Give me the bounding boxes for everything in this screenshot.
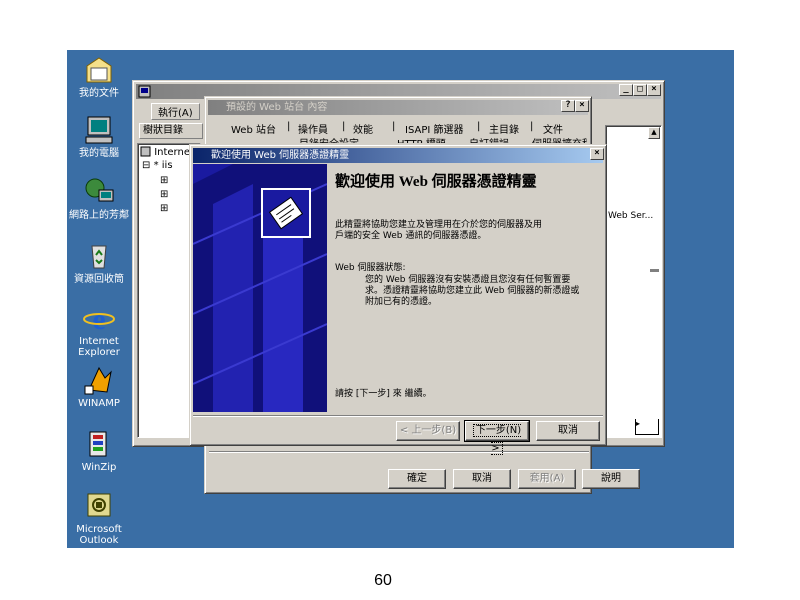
desktop-icon-recycle-bin[interactable]: 資源回收筒 [67,240,131,285]
tab-operators[interactable]: 操作員 [298,121,328,136]
help-button[interactable]: ? [561,100,575,112]
dialog-separator [209,451,589,453]
scrollbar-divider [650,269,659,272]
tab-custom-errors[interactable]: 自訂錯誤 [469,135,509,143]
wizard-banner-graphic [193,164,327,412]
winamp-icon [83,364,115,396]
tab-isapi-filters[interactable]: ISAPI 篩選器 [405,121,463,136]
tab-home-directory[interactable]: 主目錄 [489,121,519,136]
minimize-button[interactable]: _ [619,84,633,96]
folder-documents-icon [83,54,115,86]
cancel-button[interactable]: 取消 [453,469,511,489]
continue-instruction: 請按 [下一步] 來 繼續。 [335,389,432,399]
scroll-up-icon[interactable]: ▲ [648,127,660,139]
properties-title: 預設的 Web 站台 內容 [226,102,328,113]
tree-child-1[interactable]: ⊞ [160,174,168,188]
properties-titlebar: 預設的 Web 站台 內容 [208,100,588,115]
maximize-button[interactable]: □ [633,84,647,96]
desktop-icon-my-documents[interactable]: 我的文件 [67,54,131,99]
wizard-title: 歡迎使用 Web 伺服器憑證精靈 [211,150,350,161]
tab-performance[interactable]: 效能 [353,121,373,136]
help-dialog-button[interactable]: 說明 [582,469,640,489]
back-button[interactable]: < 上一步(B) [396,421,460,441]
tree-root[interactable]: Internet [154,147,194,158]
tree-header: 樹狀目錄 [139,123,203,139]
wizard-heading: 歡迎使用 Web 伺服器憑證精靈 [335,174,537,190]
tab-documents[interactable]: 文件 [543,121,563,136]
wizard-close-button[interactable]: × [590,148,604,160]
wizard-banner [193,164,327,412]
tree-child-3[interactable]: ⊞ [160,202,168,216]
tabs-row-2: 目錄安全設定 HTTP 標頭 自訂錯誤 伺服器擴充程式 [207,135,587,143]
tree-node-server[interactable]: * iis [154,160,173,171]
recycle-bin-icon [83,240,115,272]
winzip-icon [83,428,115,460]
right-pane: Web Ser... ▲ ▸ [605,125,662,438]
page-number: 60 [374,572,392,589]
resize-handle-icon[interactable]: ▸ [635,419,659,435]
wizard-intro: 此精靈將協助您建立及管理用在介於您的伺服器及用戶端的安全 Web 通訊的伺服器憑… [335,220,543,241]
tree-expand-icon[interactable]: ⊟ [142,160,150,171]
desktop-icon-outlook[interactable]: Microsoft Outlook [67,490,131,546]
network-icon [83,176,115,208]
ok-button[interactable]: 確定 [388,469,446,489]
desktop-icon-winamp[interactable]: WINAMP [67,364,131,409]
svg-text:e: e [92,303,105,334]
server-status-text: 您的 Web 伺服器沒有安裝憑證且您沒有任何暫置要求。憑證精靈將協助您建立此 W… [365,275,580,307]
desktop-icon-my-computer[interactable]: 我的電腦 [67,114,131,159]
server-status-label: Web 伺服器狀態: [335,263,406,273]
tab-web-site[interactable]: Web 站台 [231,121,276,136]
wizard-separator [193,415,603,417]
iis-app-icon [138,85,151,98]
tab-http-headers[interactable]: HTTP 標頭 [397,135,446,143]
apply-button[interactable]: 套用(A) [518,469,576,489]
desktop-icon-winzip[interactable]: WinZip [67,428,131,473]
desktop-icon-internet-explorer[interactable]: e Internet Explorer [67,302,131,358]
wizard-cancel-button[interactable]: 取消 [536,421,600,441]
outlook-icon [83,490,115,522]
right-pane-item[interactable]: Web Ser... [608,211,653,221]
next-button[interactable]: 下一步(N) > [464,420,530,455]
certificate-wizard-window: 歡迎使用 Web 伺服器憑證精靈 × 歡迎使用 Web 伺服器憑證精靈 此精靈將… [189,144,607,455]
tab-directory-security[interactable]: 目錄安全設定 [299,135,359,143]
tab-server-extensions[interactable]: 伺服器擴充程式 [532,135,587,143]
desktop-icon-network[interactable]: 網路上的芳鄰 [67,176,131,221]
internet-info-icon [140,146,151,157]
menu-action[interactable]: 執行(A) [151,103,200,120]
tree-child-2[interactable]: ⊞ [160,188,168,202]
properties-close-button[interactable]: × [575,100,589,112]
close-button[interactable]: × [647,84,661,96]
internet-explorer-icon: e [83,302,115,336]
desktop: 我的文件 我的電腦 網路上的芳鄰 資源回收筒 e Internet Explor… [67,50,734,548]
wizard-titlebar: 歡迎使用 Web 伺服器憑證精靈 [193,148,603,163]
my-computer-icon [83,114,115,146]
